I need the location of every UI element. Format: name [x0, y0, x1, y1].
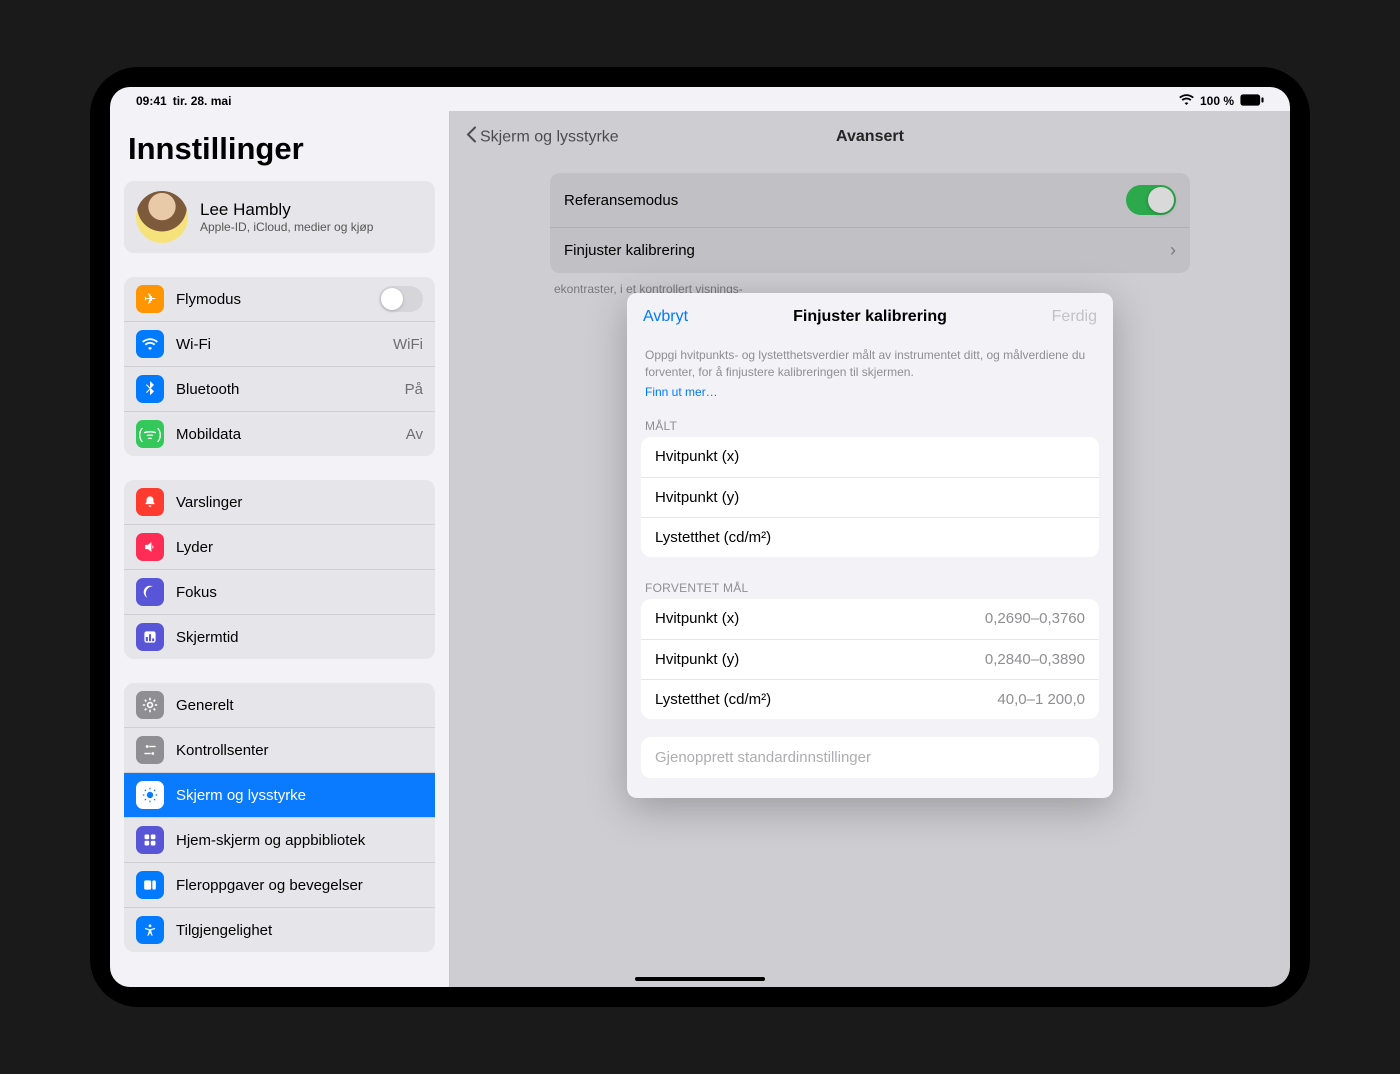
- sidebar-group-connectivity: ✈︎ Flymodus Wi-Fi WiFi: [124, 277, 435, 456]
- bluetooth-icon: [136, 375, 164, 403]
- settings-sidebar: Innstillinger Lee Hambly Apple-ID, iClou…: [110, 111, 450, 987]
- sidebar-item-airplane[interactable]: ✈︎ Flymodus: [124, 277, 435, 321]
- airplane-mode-toggle[interactable]: [379, 286, 423, 312]
- sidebar-item-bluetooth[interactable]: Bluetooth På: [124, 366, 435, 411]
- sheet-title: Finjuster kalibrering: [793, 308, 947, 326]
- status-time: 09:41: [136, 94, 167, 108]
- airplane-icon: ✈︎: [136, 285, 164, 313]
- measured-group: Hvitpunkt (x) Hvitpunkt (y) Lystetthet (…: [641, 437, 1099, 557]
- profile-subtitle: Apple-ID, iCloud, medier og kjøp: [200, 220, 373, 234]
- profile-name: Lee Hambly: [200, 200, 373, 220]
- sidebar-title: Innstillinger: [118, 127, 441, 181]
- home-screen-icon: [136, 826, 164, 854]
- focus-icon: [136, 578, 164, 606]
- sidebar-item-home-screen[interactable]: Hjem-skjerm og appbibliotek: [124, 817, 435, 862]
- apple-id-card[interactable]: Lee Hambly Apple-ID, iCloud, medier og k…: [124, 181, 435, 253]
- battery-icon: [1240, 94, 1264, 109]
- sidebar-item-mobile-data[interactable]: (ᯤ) Mobildata Av: [124, 411, 435, 456]
- brightness-icon: [136, 781, 164, 809]
- multitask-icon: [136, 871, 164, 899]
- done-button[interactable]: Ferdig: [1052, 308, 1097, 326]
- control-center-icon: [136, 736, 164, 764]
- status-bar: 09:41 tir. 28. mai 100 %: [110, 87, 1290, 111]
- sidebar-item-display-brightness[interactable]: Skjerm og lysstyrke: [124, 772, 435, 817]
- wifi-icon: [1179, 94, 1194, 108]
- sidebar-item-accessibility[interactable]: Tilgjengelighet: [124, 907, 435, 952]
- accessibility-icon: [136, 916, 164, 944]
- learn-more-link[interactable]: Finn ut mer…: [627, 385, 736, 413]
- battery-percent: 100 %: [1200, 94, 1234, 108]
- sidebar-item-wifi[interactable]: Wi-Fi WiFi: [124, 321, 435, 366]
- sidebar-item-sounds[interactable]: Lyder: [124, 524, 435, 569]
- target-luminance[interactable]: Lystetthet (cd/m²) 40,0–1 200,0: [641, 679, 1099, 719]
- wifi-icon: [136, 330, 164, 358]
- measured-header: MÅLT: [627, 413, 1113, 437]
- sidebar-item-notifications[interactable]: Varslinger: [124, 480, 435, 524]
- measured-white-x[interactable]: Hvitpunkt (x): [641, 437, 1099, 477]
- notifications-icon: [136, 488, 164, 516]
- target-header: FORVENTET MÅL: [627, 575, 1113, 599]
- target-white-y[interactable]: Hvitpunkt (y) 0,2840–0,3890: [641, 639, 1099, 679]
- sidebar-item-control-center[interactable]: Kontrollsenter: [124, 727, 435, 772]
- cancel-button[interactable]: Avbryt: [643, 308, 688, 326]
- sidebar-item-general[interactable]: Generelt: [124, 683, 435, 727]
- mobile-data-icon: (ᯤ): [136, 420, 164, 448]
- status-date: tir. 28. mai: [173, 94, 232, 108]
- general-icon: [136, 691, 164, 719]
- target-group: Hvitpunkt (x) 0,2690–0,3760 Hvitpunkt (y…: [641, 599, 1099, 719]
- sounds-icon: [136, 533, 164, 561]
- sidebar-group-general: Generelt Kontrollsenter Skjerm og lyssty…: [124, 683, 435, 952]
- screentime-icon: [136, 623, 164, 651]
- measured-luminance[interactable]: Lystetthet (cd/m²): [641, 517, 1099, 557]
- sidebar-item-multitask[interactable]: Fleroppgaver og bevegelser: [124, 862, 435, 907]
- sidebar-item-focus[interactable]: Fokus: [124, 569, 435, 614]
- sheet-intro: Oppgi hvitpunkts- og lystetthetsverdier …: [627, 341, 1113, 383]
- sidebar-group-alerts: Varslinger Lyder Fokus: [124, 480, 435, 659]
- target-white-x[interactable]: Hvitpunkt (x) 0,2690–0,3760: [641, 599, 1099, 639]
- sidebar-item-screentime[interactable]: Skjermtid: [124, 614, 435, 659]
- restore-defaults-button[interactable]: Gjenopprett standardinnstillinger: [641, 737, 1099, 778]
- calibration-sheet: Avbryt Finjuster kalibrering Ferdig Oppg…: [627, 293, 1113, 798]
- measured-white-y[interactable]: Hvitpunkt (y): [641, 477, 1099, 517]
- home-indicator[interactable]: [635, 977, 765, 981]
- avatar: [136, 191, 188, 243]
